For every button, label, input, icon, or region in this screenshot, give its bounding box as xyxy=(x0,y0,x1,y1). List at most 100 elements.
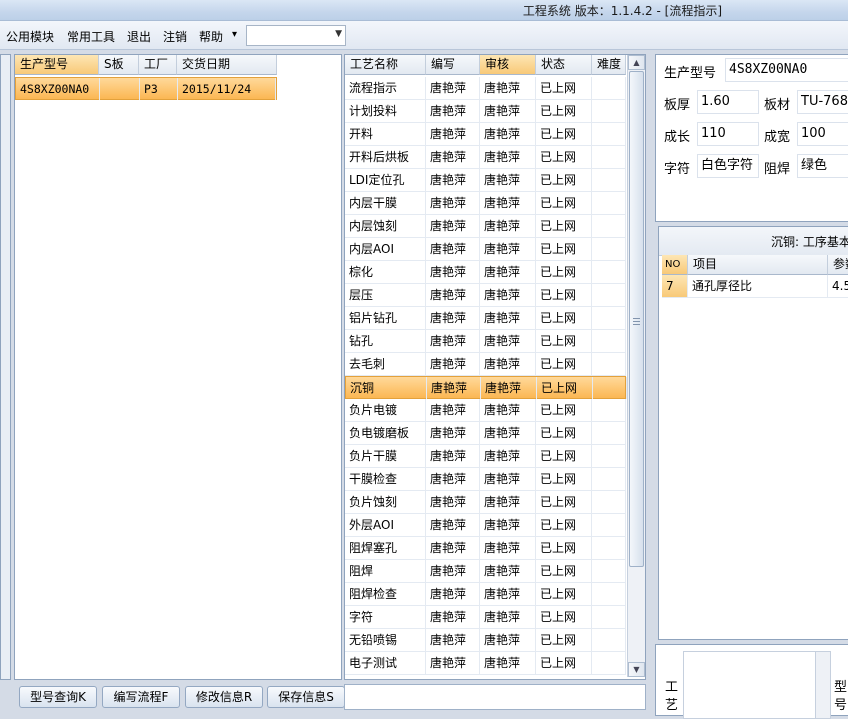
table-row[interactable]: 内层AOI 唐艳萍 唐艳萍 已上网 xyxy=(345,238,626,261)
table-row[interactable]: 阻焊塞孔 唐艳萍 唐艳萍 已上网 xyxy=(345,537,626,560)
table-row[interactable]: 负电镀磨板 唐艳萍 唐艳萍 已上网 xyxy=(345,422,626,445)
menu-item-common-tools[interactable]: 常用工具 xyxy=(67,28,115,45)
col-header-writer[interactable]: 编写 xyxy=(426,55,480,75)
table-row[interactable]: 计划投料 唐艳萍 唐艳萍 已上网 xyxy=(345,100,626,123)
table-row[interactable]: 内层蚀刻 唐艳萍 唐艳萍 已上网 xyxy=(345,215,626,238)
col-header-difficulty[interactable]: 难度 xyxy=(592,55,626,75)
toolbar-combo[interactable]: ▼ xyxy=(246,25,346,46)
table-row[interactable]: 层压 唐艳萍 唐艳萍 已上网 xyxy=(345,284,626,307)
combo-arrow-icon[interactable]: ▼ xyxy=(335,29,342,39)
menu-item-public-modules[interactable]: 公用模块 xyxy=(6,28,54,45)
menu-item-logout[interactable]: 注销 xyxy=(163,28,187,45)
process-writer: 唐艳萍 xyxy=(426,100,480,122)
table-row[interactable]: 电子测试 唐艳萍 唐艳萍 已上网 xyxy=(345,652,626,675)
process-name: 计划投料 xyxy=(345,100,426,122)
table-row[interactable]: 沉铜 唐艳萍 唐艳萍 已上网 xyxy=(345,376,627,399)
process-reviewer: 唐艳萍 xyxy=(480,560,536,582)
edit-flow-button[interactable]: 编写流程F xyxy=(102,686,180,708)
process-vertical-scrollbar[interactable]: ▲ ▼ xyxy=(627,55,645,677)
material-label: 板材 xyxy=(764,98,791,113)
process-status: 已上网 xyxy=(536,238,592,260)
process-reviewer: 唐艳萍 xyxy=(480,629,536,651)
solder-mask-field[interactable]: 绿色 xyxy=(797,154,848,178)
table-row[interactable]: 去毛刺 唐艳萍 唐艳萍 已上网 xyxy=(345,353,626,376)
help-dropdown-arrow-icon[interactable]: ▾ xyxy=(232,29,237,40)
scroll-down-icon[interactable]: ▼ xyxy=(628,662,645,677)
table-row[interactable]: 开料后烘板 唐艳萍 唐艳萍 已上网 xyxy=(345,146,626,169)
table-row[interactable]: 负片电镀 唐艳萍 唐艳萍 已上网 xyxy=(345,399,626,422)
process-writer: 唐艳萍 xyxy=(426,284,480,306)
process-difficulty xyxy=(592,146,626,168)
thickness-field[interactable]: 1.60 xyxy=(697,90,759,114)
process-difficulty xyxy=(592,629,626,651)
process-writer: 唐艳萍 xyxy=(426,399,480,421)
process-name: 字符 xyxy=(345,606,426,628)
table-row[interactable]: 开料 唐艳萍 唐艳萍 已上网 xyxy=(345,123,626,146)
process-reviewer: 唐艳萍 xyxy=(480,606,536,628)
table-row[interactable]: 无铅喷锡 唐艳萍 唐艳萍 已上网 xyxy=(345,629,626,652)
process-status: 已上网 xyxy=(536,284,592,306)
process-difficulty xyxy=(592,583,626,605)
col-header-process-name[interactable]: 工艺名称 xyxy=(345,55,426,75)
table-row[interactable]: 负片干膜 唐艳萍 唐艳萍 已上网 xyxy=(345,445,626,468)
col-header-reviewer[interactable]: 审核 xyxy=(480,55,536,75)
process-writer: 唐艳萍 xyxy=(426,606,480,628)
process-difficulty xyxy=(592,77,626,99)
table-row[interactable]: 铝片钻孔 唐艳萍 唐艳萍 已上网 xyxy=(345,307,626,330)
table-row[interactable]: 阻焊检查 唐艳萍 唐艳萍 已上网 xyxy=(345,583,626,606)
process-difficulty xyxy=(592,123,626,145)
process-text-area[interactable] xyxy=(683,651,831,719)
order-delivery-date: 2015/11/24 xyxy=(178,78,276,100)
process-status: 已上网 xyxy=(536,169,592,191)
table-row[interactable]: 4S8XZ00NA0 P3 2015/11/24 xyxy=(15,77,277,100)
table-row[interactable]: 阻焊 唐艳萍 唐艳萍 已上网 xyxy=(345,560,626,583)
process-reviewer: 唐艳萍 xyxy=(480,399,536,421)
table-row[interactable]: 干膜检查 唐艳萍 唐艳萍 已上网 xyxy=(345,468,626,491)
table-row[interactable]: 流程指示 唐艳萍 唐艳萍 已上网 xyxy=(345,77,626,100)
process-writer: 唐艳萍 xyxy=(426,514,480,536)
table-row[interactable]: 字符 唐艳萍 唐艳萍 已上网 xyxy=(345,606,626,629)
process-reviewer: 唐艳萍 xyxy=(480,491,536,513)
process-difficulty xyxy=(592,606,626,628)
process-name: 棕化 xyxy=(345,261,426,283)
menu-item-help[interactable]: 帮助 xyxy=(199,28,223,45)
param-item: 通孔厚径比 xyxy=(688,275,828,297)
width-field[interactable]: 100 xyxy=(797,122,848,146)
process-table: 工艺名称 编写 审核 状态 难度 流程指示 唐艳萍 唐艳萍 已上网 计划投料 唐艳萍 唐艳萍… xyxy=(344,54,646,680)
table-row[interactable]: LDI定位孔 唐艳萍 唐艳萍 已上网 xyxy=(345,169,626,192)
col-header-param[interactable]: 参数 xyxy=(828,255,848,275)
table-row[interactable]: 7 通孔厚径比 4.5 xyxy=(662,275,848,298)
col-header-item[interactable]: 项目 xyxy=(688,255,828,275)
length-field[interactable]: 110 xyxy=(697,122,759,146)
bottom-right-panel: 工艺 型号 xyxy=(655,644,848,719)
table-row[interactable]: 外层AOI 唐艳萍 唐艳萍 已上网 xyxy=(345,514,626,537)
col-header-factory[interactable]: 工厂 xyxy=(139,55,177,75)
scroll-up-icon[interactable]: ▲ xyxy=(628,55,645,70)
col-header-delivery-date[interactable]: 交货日期 xyxy=(177,55,277,75)
process-name: 层压 xyxy=(345,284,426,306)
process-text-scrollbar[interactable] xyxy=(815,652,830,718)
table-row[interactable]: 内层干膜 唐艳萍 唐艳萍 已上网 xyxy=(345,192,626,215)
table-row[interactable]: 棕化 唐艳萍 唐艳萍 已上网 xyxy=(345,261,626,284)
menu-item-exit[interactable]: 退出 xyxy=(127,28,151,45)
scroll-thumb[interactable] xyxy=(629,71,644,567)
modify-info-button[interactable]: 修改信息R xyxy=(185,686,263,708)
material-field[interactable]: TU-768 xyxy=(797,90,848,114)
col-header-no[interactable]: NO xyxy=(662,255,688,275)
table-row[interactable]: 钻孔 唐艳萍 唐艳萍 已上网 xyxy=(345,330,626,353)
save-info-button[interactable]: 保存信息S xyxy=(267,686,345,708)
params-title: 沉铜: 工序基本 xyxy=(771,235,848,249)
char-field[interactable]: 白色字符 xyxy=(697,154,759,178)
query-model-button[interactable]: 型号查询K xyxy=(19,686,97,708)
remark-input[interactable] xyxy=(344,684,646,710)
process-name: 阻焊检查 xyxy=(345,583,426,605)
col-header-status[interactable]: 状态 xyxy=(536,55,592,75)
params-title-bar: 沉铜: 工序基本 xyxy=(659,227,848,256)
process-name: 外层AOI xyxy=(345,514,426,536)
process-status: 已上网 xyxy=(536,123,592,145)
collapsed-side-strip[interactable] xyxy=(0,54,11,680)
col-header-model[interactable]: 生产型号 xyxy=(15,55,99,75)
col-header-s-board[interactable]: S板 xyxy=(99,55,139,75)
table-row[interactable]: 负片蚀刻 唐艳萍 唐艳萍 已上网 xyxy=(345,491,626,514)
model-field[interactable]: 4S8XZ00NA0 xyxy=(725,58,848,82)
